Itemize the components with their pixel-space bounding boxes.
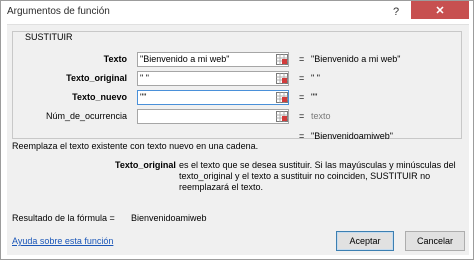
equals-sign: = — [299, 54, 305, 64]
collapse-dialog-button-num-de-ocurrencia[interactable] — [275, 110, 289, 123]
equals-sign: = — [299, 92, 305, 102]
formula-result-label: Resultado de la fórmula = — [12, 213, 115, 223]
range-select-icon — [276, 54, 288, 65]
help-button[interactable]: ? — [383, 3, 409, 20]
function-description: Reemplaza el texto existente con texto n… — [12, 141, 259, 151]
arg-label-texto: Texto — [103, 54, 127, 64]
cancel-button[interactable]: Cancelar — [405, 231, 465, 251]
equals-sign: = — [299, 131, 305, 141]
range-select-icon — [276, 73, 288, 84]
function-result-value: "Bienvenidoamiweb" — [311, 131, 393, 141]
param-help-name: Texto_original — [115, 160, 176, 170]
equals-sign: = — [299, 73, 305, 83]
arg-result-texto-nuevo: "" — [311, 92, 318, 102]
arg-input-num-de-ocurrencia[interactable] — [137, 109, 289, 124]
arg-input-texto-nuevo[interactable]: "" — [137, 90, 289, 105]
close-icon: ✕ — [435, 4, 445, 17]
arg-input-texto[interactable]: "Bienvenido a mi web" — [137, 52, 289, 67]
close-button[interactable]: ✕ — [411, 1, 469, 19]
collapse-dialog-button-texto-nuevo[interactable] — [275, 91, 289, 104]
function-arguments-dialog: Argumentos de función ? ✕ SUSTITUIR Text… — [0, 0, 474, 260]
ok-button[interactable]: Aceptar — [336, 231, 394, 251]
function-name: SUSTITUIR — [23, 32, 75, 42]
param-help-text: es el texto que se desea sustituir. Si l… — [179, 160, 456, 192]
range-select-icon — [276, 111, 288, 122]
arg-result-num-de-ocurrencia: texto — [311, 111, 331, 121]
dialog-body: SUSTITUIR Texto "Bienvenido a mi web" = … — [7, 24, 469, 255]
arg-result-texto-original: " " — [311, 73, 320, 83]
equals-sign: = — [299, 111, 305, 121]
arg-label-num-de-ocurrencia: Núm_de_ocurrencia — [45, 111, 127, 121]
arg-input-texto-original[interactable]: " " — [137, 71, 289, 86]
formula-result-value: Bienvenidoamiweb — [131, 213, 207, 223]
arg-label-texto-original: Texto_original — [66, 73, 127, 83]
dialog-title: Argumentos de función — [7, 6, 110, 17]
arg-label-texto-nuevo: Texto_nuevo — [72, 92, 127, 102]
collapse-dialog-button-texto[interactable] — [275, 53, 289, 66]
question-icon: ? — [392, 5, 400, 18]
collapse-dialog-button-texto-original[interactable] — [275, 72, 289, 85]
help-on-function-link[interactable]: Ayuda sobre esta función — [12, 236, 113, 246]
range-select-icon — [276, 92, 288, 103]
arg-result-texto: "Bienvenido a mi web" — [311, 54, 401, 64]
arguments-group: SUSTITUIR Texto "Bienvenido a mi web" = … — [12, 31, 462, 141]
title-bar: Argumentos de función ? ✕ — [1, 1, 473, 23]
